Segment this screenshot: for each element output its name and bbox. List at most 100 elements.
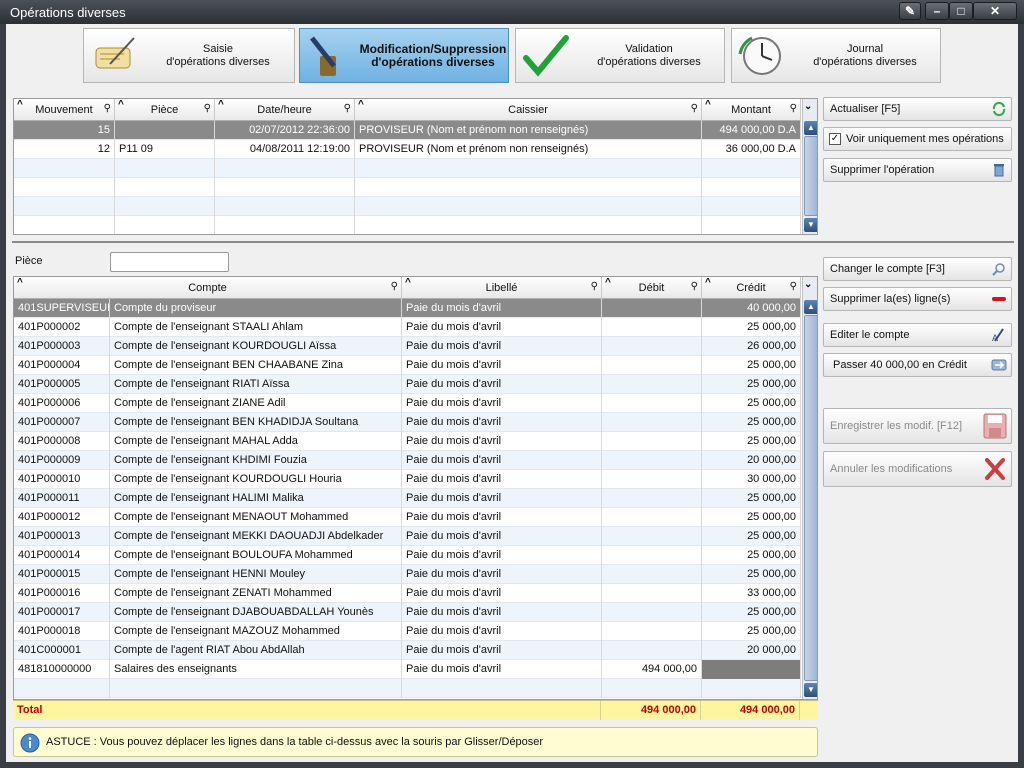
cell-debit bbox=[602, 584, 702, 603]
col-debit[interactable]: ^ Débit ⚲ bbox=[602, 277, 702, 299]
col-mouvement[interactable]: ^ Mouvement ⚲ bbox=[14, 99, 115, 121]
search-key-icon[interactable]: ⚲ bbox=[391, 281, 398, 292]
table-row[interactable]: 401P000003 Compte de l'enseignant KOURDOU… bbox=[14, 337, 801, 356]
search-key-icon[interactable]: ⚲ bbox=[790, 103, 797, 114]
maximize-button[interactable]: □ bbox=[949, 2, 973, 20]
cell-compte: Compte de l'enseignant BOULOUFA Mohammed bbox=[110, 546, 402, 565]
cell-debit bbox=[602, 679, 702, 698]
operations-table[interactable]: ^ Mouvement ⚲ ^ Pièce ⚲ ^ Date/heure ⚲ ^ Caissi… bbox=[13, 98, 818, 235]
col-compte[interactable]: ^ Compte ⚲ bbox=[14, 277, 402, 299]
cell-debit bbox=[602, 470, 702, 489]
table-row[interactable]: 481810000000 Salaires des enseignants Paie… bbox=[14, 660, 801, 679]
cancel-changes-button[interactable]: Annuler les modifications bbox=[823, 451, 1012, 487]
col-libelle[interactable]: ^ Libellé ⚲ bbox=[402, 277, 602, 299]
col-montant[interactable]: ^ Montant ⚲ bbox=[702, 99, 801, 121]
table-row[interactable]: 401P000011 Compte de l'enseignant HALIMI … bbox=[14, 489, 801, 508]
delete-lines-button[interactable]: Supprimer la(es) ligne(s) bbox=[823, 287, 1012, 311]
table-row[interactable]: 401P000015 Compte de l'enseignant HENNI M… bbox=[14, 565, 801, 584]
table-row[interactable]: 401P000009 Compte de l'enseignant KHDIMI … bbox=[14, 451, 801, 470]
cell-code: 401P000009 bbox=[14, 451, 110, 470]
col-caissier[interactable]: ^ Caissier ⚲ bbox=[355, 99, 702, 121]
table-row[interactable]: 401P000007 Compte de l'enseignant BEN KHA… bbox=[14, 413, 801, 432]
search-key-icon[interactable]: ⚲ bbox=[104, 103, 111, 114]
search-key-icon[interactable]: ⚲ bbox=[790, 281, 797, 292]
cell-libelle: Paie du mois d'avril bbox=[402, 356, 602, 375]
cell-credit: 33 000,00 bbox=[702, 584, 801, 603]
table-row[interactable]: 401P000006 Compte de l'enseignant ZIANE A… bbox=[14, 394, 801, 413]
table-row[interactable]: 12 P11 09 04/08/2011 12:19:00 PROVISEUR … bbox=[14, 140, 801, 159]
search-key-icon[interactable]: ⚲ bbox=[344, 103, 351, 114]
cell-debit bbox=[602, 546, 702, 565]
col-date[interactable]: ^ Date/heure ⚲ bbox=[215, 99, 355, 121]
edit-account-button[interactable]: Editer le compte A bbox=[823, 323, 1012, 347]
close-button[interactable]: ✕ bbox=[973, 2, 1017, 20]
refresh-button[interactable]: Actualiser [F5] bbox=[823, 97, 1012, 121]
table-row[interactable]: 401P000004 Compte de l'enseignant BEN CHA… bbox=[14, 356, 801, 375]
save-button[interactable]: Enregistrer les modif. [F12] bbox=[823, 408, 1012, 444]
table-row[interactable]: 401P000002 Compte de l'enseignant STAALI … bbox=[14, 318, 801, 337]
checkbox-checked-icon[interactable]: ✓ bbox=[829, 133, 841, 145]
tab-validation-button[interactable]: Validation d'opérations diverses bbox=[515, 28, 725, 83]
cell-code: 401SUPERVISEUR bbox=[14, 299, 110, 318]
table-row[interactable]: 401SUPERVISEUR Compte du proviseur Paie du… bbox=[14, 299, 801, 318]
scroll-thumb[interactable] bbox=[804, 315, 817, 681]
title-bar[interactable]: Opérations diverses ✎ – □ ✕ bbox=[0, 0, 1024, 24]
cell-debit bbox=[602, 603, 702, 622]
cell-compte: Compte de l'enseignant DJABOUABDALLAH Yo… bbox=[110, 603, 402, 622]
table-row[interactable]: 401P000017 Compte de l'enseignant DJABOUA… bbox=[14, 603, 801, 622]
app-window: Opérations diverses ✎ – □ ✕ Saisie d'opé… bbox=[0, 0, 1024, 768]
tab-journal-button[interactable]: Journal d'opérations diverses bbox=[731, 28, 941, 83]
cell-libelle: Paie du mois d'avril bbox=[402, 432, 602, 451]
col-piece[interactable]: ^ Pièce ⚲ bbox=[115, 99, 215, 121]
tab-saisie-button[interactable]: Saisie d'opérations diverses bbox=[83, 28, 295, 83]
table-row[interactable]: 401P000012 Compte de l'enseignant MENAOUT… bbox=[14, 508, 801, 527]
cell-credit: 30 000,00 bbox=[702, 470, 801, 489]
collapse-icon[interactable]: ⌄ bbox=[804, 101, 812, 112]
cell-libelle: Paie du mois d'avril bbox=[402, 413, 602, 432]
total-credit: 494 000,00 bbox=[701, 701, 800, 720]
piece-input[interactable] bbox=[110, 252, 229, 272]
cell-libelle: Paie du mois d'avril bbox=[402, 299, 602, 318]
cell-credit: 25 000,00 bbox=[702, 508, 801, 527]
pen-bottle-icon bbox=[310, 36, 336, 76]
cell-code: 401P000017 bbox=[14, 603, 110, 622]
total-debit: 494 000,00 bbox=[601, 701, 701, 720]
col-credit[interactable]: ^ Crédit ⚲ bbox=[702, 277, 801, 299]
collapse-icon[interactable]: ⌄ bbox=[804, 279, 812, 290]
minimize-button[interactable]: – bbox=[925, 2, 949, 20]
cell-code: 401P000012 bbox=[14, 508, 110, 527]
scroll-up-arrow[interactable]: ▲ bbox=[804, 300, 817, 314]
table-row[interactable]: 401P000014 Compte de l'enseignant BOULOUF… bbox=[14, 546, 801, 565]
cell-debit bbox=[602, 375, 702, 394]
lines-scrollbar[interactable]: ⌄ ▲ ▼ bbox=[802, 277, 817, 699]
change-account-button[interactable]: Changer le compte [F3] bbox=[823, 257, 1012, 281]
table-row[interactable]: 401P000005 Compte de l'enseignant RIATI A… bbox=[14, 375, 801, 394]
table-row[interactable]: 401P000008 Compte de l'enseignant MAHAL A… bbox=[14, 432, 801, 451]
cell-code: 401P000003 bbox=[14, 337, 110, 356]
scroll-down-arrow[interactable]: ▼ bbox=[804, 218, 817, 232]
delete-operation-button[interactable]: Supprimer l'opération bbox=[823, 158, 1012, 182]
table-row[interactable]: 401P000013 Compte de l'enseignant MEKKI D… bbox=[14, 527, 801, 546]
cell-credit: 25 000,00 bbox=[702, 375, 801, 394]
search-key-icon[interactable]: ⚲ bbox=[691, 103, 698, 114]
cell-compte: Compte de l'enseignant ZIANE Adil bbox=[110, 394, 402, 413]
operations-scrollbar[interactable]: ⌄ ▲ ▼ bbox=[802, 99, 817, 234]
table-row[interactable]: 401P000016 Compte de l'enseignant ZENATI … bbox=[14, 584, 801, 603]
scroll-down-arrow[interactable]: ▼ bbox=[804, 683, 817, 697]
scroll-quill-icon bbox=[95, 37, 135, 69]
tab-modification-button[interactable]: Modification/Suppression d'opérations di… bbox=[299, 28, 509, 83]
table-row[interactable]: 401C000001 Compte de l'agent RIAT Abou Ab… bbox=[14, 641, 801, 660]
table-row[interactable]: 15 02/07/2012 22:36:00 PROVISEUR (Nom et… bbox=[14, 121, 801, 140]
table-row[interactable]: 401P000010 Compte de l'enseignant KOURDOU… bbox=[14, 470, 801, 489]
search-key-icon[interactable]: ⚲ bbox=[591, 281, 598, 292]
scroll-up-arrow[interactable]: ▲ bbox=[804, 121, 817, 135]
lines-table[interactable]: ^ Compte ⚲ ^ Libellé ⚲ ^ Débit ⚲ ^ Crédit ⚲ 401S… bbox=[13, 276, 818, 700]
pass-credit-button[interactable]: Passer 40 000,00 en Crédit bbox=[823, 353, 1012, 377]
brush-icon[interactable]: ✎ bbox=[899, 2, 921, 20]
scroll-thumb[interactable] bbox=[804, 136, 817, 216]
search-key-icon[interactable]: ⚲ bbox=[204, 103, 211, 114]
cell-debit bbox=[602, 451, 702, 470]
table-row[interactable]: 401P000018 Compte de l'enseignant MAZOUZ … bbox=[14, 622, 801, 641]
search-key-icon[interactable]: ⚲ bbox=[691, 281, 698, 292]
only-mine-checkbox[interactable]: ✓ Voir uniquement mes opérations bbox=[823, 127, 1012, 151]
